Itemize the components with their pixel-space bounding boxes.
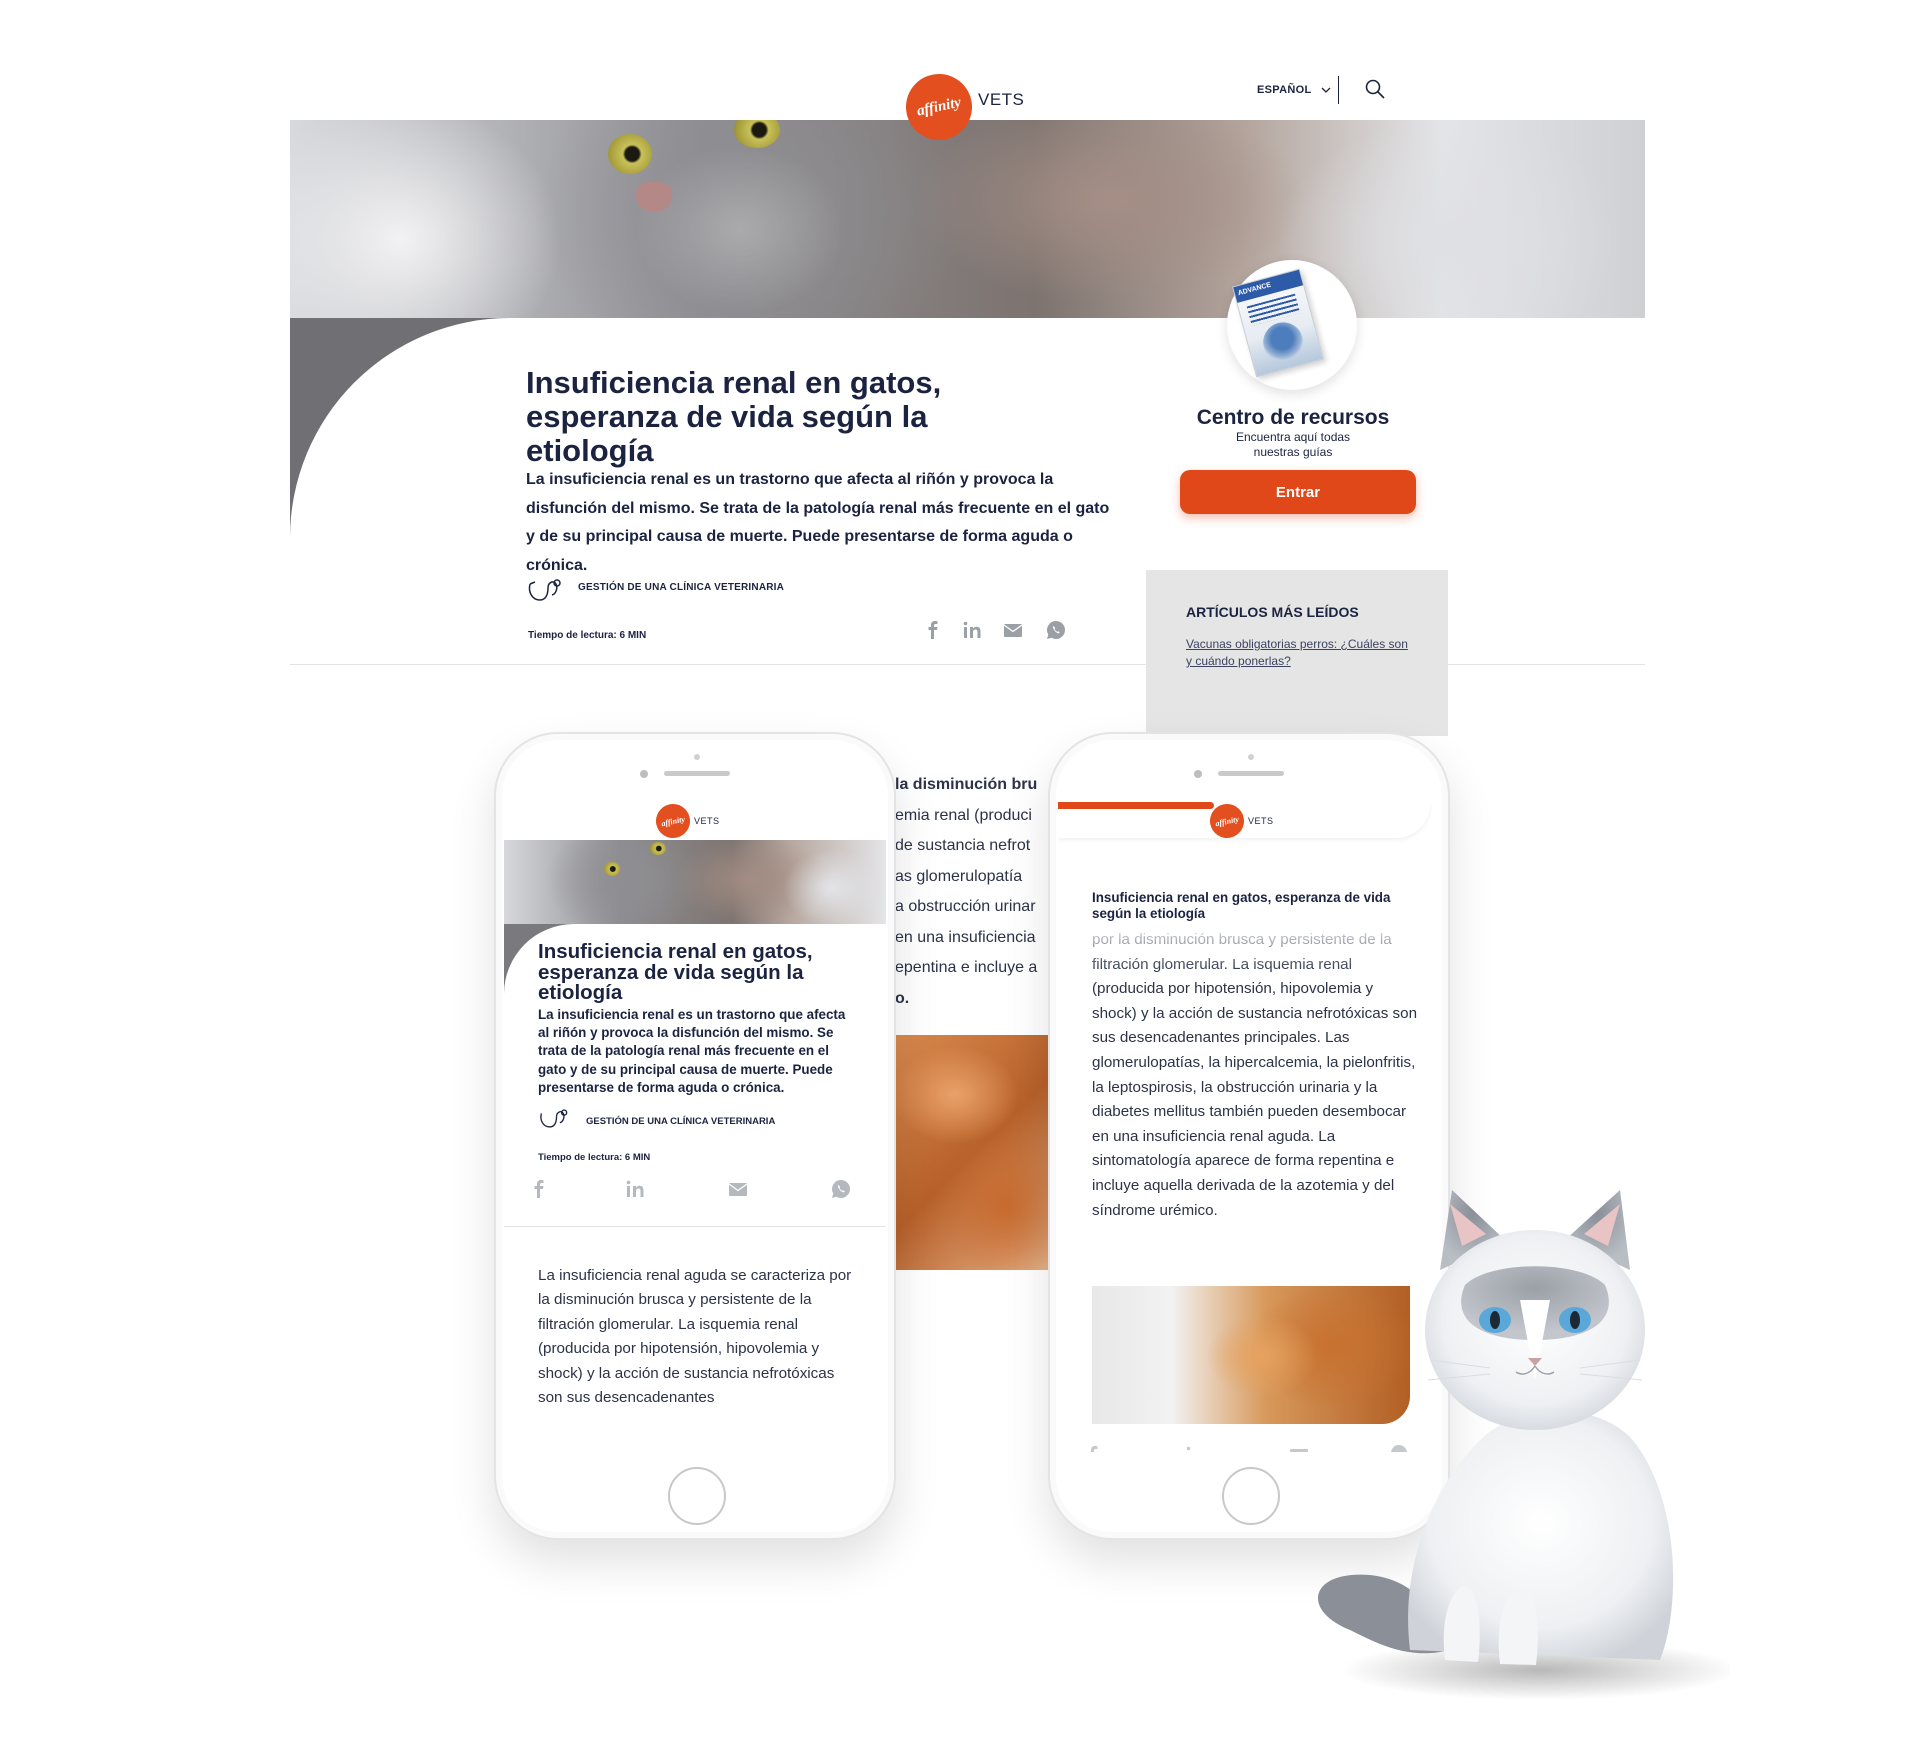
enter-resources-button[interactable]: Entrar (1180, 470, 1416, 514)
article-body-peek: la disminución bru emia renal (produci d… (895, 776, 1038, 1007)
reading-progress-bar (1058, 802, 1215, 809)
language-selector[interactable]: ESPAÑOL (1257, 84, 1331, 96)
article-image-orange-cat (895, 1035, 1055, 1270)
mobile-article-title: Insuficiencia renal en gatos, esperanza … (538, 940, 813, 1004)
guide-book-cover: ADVANCE (1232, 268, 1324, 378)
resources-title: Centro de recursos (1196, 406, 1390, 429)
email-icon[interactable] (727, 1178, 749, 1200)
hero-image-cat (290, 112, 1645, 318)
home-button[interactable] (1222, 1467, 1280, 1525)
resources-badge[interactable]: ADVANCE (1227, 260, 1357, 390)
mobile-reading-time: Tiempo de lectura: 6 MIN (538, 1152, 651, 1163)
whatsapp-icon[interactable] (830, 1178, 852, 1200)
mobile-hero-cat (504, 840, 886, 924)
logo-vets-label: VETS (978, 90, 1025, 109)
home-button[interactable] (668, 1467, 726, 1525)
phone1-screen: affinity VETS Insuficiencia renal en gat… (504, 802, 886, 1452)
reading-time: Tiempo de lectura: 6 MIN (528, 630, 647, 641)
most-read-link[interactable]: Vacunas obligatorias perros: ¿Cuáles son… (1186, 636, 1412, 670)
facebook-icon[interactable] (1082, 1444, 1104, 1452)
mobile-article-body: La insuficiencia renal aguda se caracter… (538, 1267, 852, 1407)
mobile-sticky-header: affinity VETS (1058, 802, 1430, 842)
most-read-panel: ARTÍCULOS MÁS LEÍDOS Vacunas obligatoria… (1146, 570, 1448, 736)
desktop-page: affinity VETS ESPAÑOL Insuficiencia rena… (290, 66, 1645, 736)
email-icon[interactable] (1002, 619, 1024, 641)
linkedin-icon[interactable] (961, 619, 983, 641)
stethoscope-icon (540, 1109, 568, 1128)
mobile-header: affinity VETS (504, 802, 884, 842)
site-header: affinity VETS ESPAÑOL (290, 66, 1455, 147)
article-title: Insuficiencia renal en gatos, esperanza … (526, 365, 942, 468)
ragdoll-cat-image (1317, 1190, 1730, 1700)
linkedin-icon[interactable] (624, 1178, 646, 1200)
mobile-sticky-title: Insuficiencia renal en gatos, esperanza … (1092, 890, 1391, 921)
facebook-icon[interactable] (922, 619, 944, 641)
cat-nose (636, 182, 672, 212)
search-icon[interactable] (1364, 78, 1386, 100)
facebook-icon[interactable] (528, 1178, 550, 1200)
phone-mockup-1: affinity VETS Insuficiencia renal en gat… (494, 732, 896, 1540)
mobile-article-body: por la disminución brusca y persistente … (1092, 931, 1418, 1219)
resources-subtitle: Encuentra aquí todas nuestras guías (1235, 430, 1351, 459)
cat-eye (608, 134, 652, 174)
most-read-title: ARTÍCULOS MÁS LEÍDOS (1186, 604, 1359, 620)
linkedin-icon[interactable] (1184, 1444, 1206, 1452)
article-intro: La insuficiencia renal es un trastorno q… (526, 471, 1110, 574)
stethoscope-icon (528, 579, 561, 601)
chevron-down-icon (1321, 87, 1331, 94)
affinity-logo[interactable]: affinity (652, 802, 694, 842)
article-category[interactable]: GESTIÓN DE UNA CLÍNICA VETERINARIA (578, 582, 784, 593)
mobile-article-intro: La insuficiencia renal es un trastorno q… (538, 1007, 846, 1095)
mobile-article-category[interactable]: GESTIÓN DE UNA CLÍNICA VETERINARIA (586, 1116, 775, 1127)
whatsapp-icon[interactable] (1045, 619, 1067, 641)
